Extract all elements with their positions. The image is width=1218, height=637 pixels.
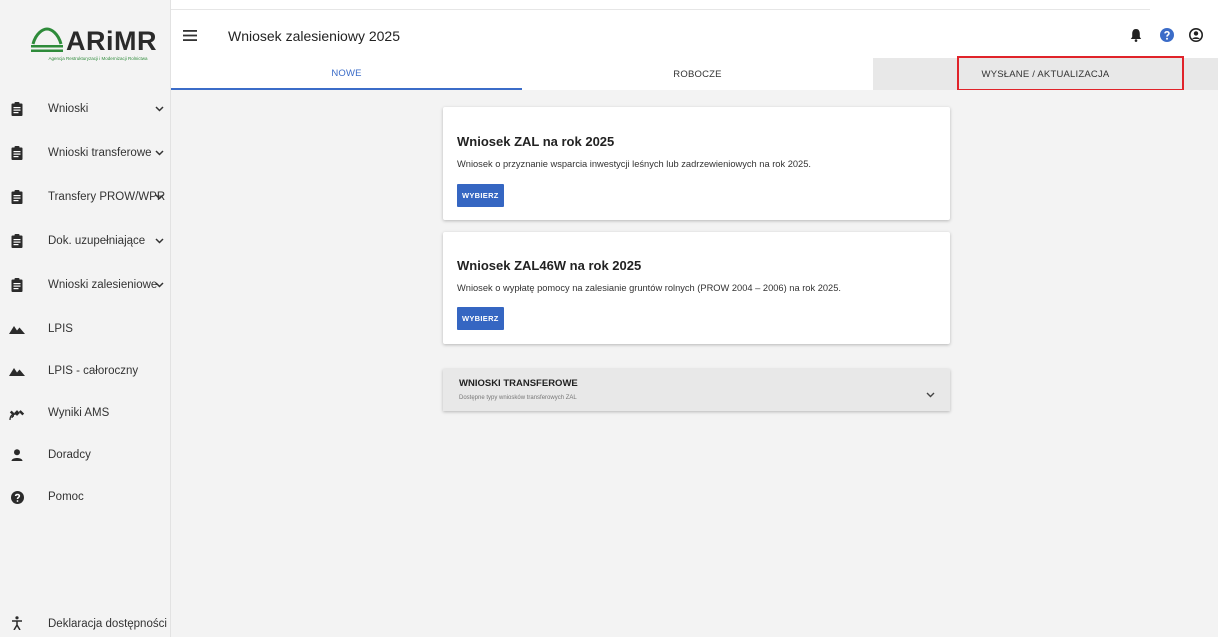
chevron-down-icon (926, 385, 936, 398)
sidebar-item-label: Pomoc (48, 491, 84, 503)
sidebar-item-lpis-caloroczny[interactable]: LPIS - całoroczny (0, 352, 171, 390)
sidebar-item-wyniki-ams[interactable]: Wyniki AMS (0, 394, 171, 432)
tab-nowe[interactable]: NOWE (171, 58, 522, 90)
chevron-down-icon (154, 148, 164, 158)
account-icon[interactable] (1189, 28, 1205, 44)
card-title: Wniosek ZAL46W na rok 2025 (457, 258, 642, 273)
accessibility-icon (11, 616, 23, 631)
sidebar-item-label: Deklaracja dostępności (48, 618, 167, 630)
sidebar-item-dok-uzupelniajace[interactable]: Dok. uzupełniające (0, 222, 171, 260)
logo-text: ARiMR (66, 26, 157, 56)
logo-mark-icon (31, 27, 63, 52)
sidebar-item-label: LPIS (48, 323, 73, 335)
sidebar-item-wnioski[interactable]: Wnioski (0, 90, 171, 128)
sidebar-item-label: Wnioski transferowe (48, 147, 152, 159)
application-card-zal46w: Wniosek ZAL46W na rok 2025 Wniosek o wyp… (443, 232, 950, 344)
sidebar-item-wnioski-transferowe[interactable]: Wnioski transferowe (0, 134, 171, 172)
sidebar-item-label: LPIS - całoroczny (48, 365, 139, 377)
page-title: Wniosek zalesieniowy 2025 (228, 28, 400, 44)
tab-robocze[interactable]: ROBOCZE (522, 58, 873, 90)
terrain-icon (8, 320, 26, 338)
sidebar-item-label: Transfery PROW/WPR (48, 191, 166, 203)
sidebar-item-label: Wyniki AMS (48, 407, 110, 419)
sidebar-item-transfery[interactable]: Transfery PROW/WPR (0, 178, 171, 216)
help-icon[interactable] (1160, 28, 1176, 44)
sidebar-item-label: Dok. uzupełniające (48, 235, 146, 247)
sidebar-item-label: Doradcy (48, 449, 91, 461)
help-icon (8, 488, 26, 506)
chevron-down-icon (154, 236, 164, 246)
person-icon (8, 446, 26, 464)
card-description: Wniosek o wypłatę pomocy na zalesianie g… (457, 283, 841, 293)
clipboard-icon (8, 144, 26, 162)
expander-subtitle: Dostępne typy wniosków transferowych ZAL (459, 395, 577, 401)
tab-wyslane-aktualizacja[interactable]: WYSŁANE / AKTUALIZACJA (873, 58, 1218, 90)
sidebar-item-label: Wnioski zalesieniowe (48, 279, 158, 291)
clipboard-icon (8, 276, 26, 294)
clipboard-icon (8, 100, 26, 118)
sidebar: ARiMR Agencja Restrukturyzacji i Moderni… (0, 0, 171, 637)
sidebar-item-lpis[interactable]: LPIS (0, 310, 171, 348)
logo[interactable]: ARiMR Agencja Restrukturyzacji i Moderni… (28, 24, 158, 64)
clipboard-icon (8, 188, 26, 206)
transfer-applications-expander[interactable]: WNIOSKI TRANSFEROWE Dostępne typy wniosk… (443, 369, 950, 411)
chevron-down-icon (154, 280, 164, 290)
satellite-icon (8, 404, 26, 422)
chevron-down-icon (154, 192, 164, 202)
application-card-zal: Wniosek ZAL na rok 2025 Wniosek o przyzn… (443, 107, 950, 220)
main-content: Wniosek ZAL na rok 2025 Wniosek o przyzn… (171, 90, 1218, 637)
app-header: Wniosek zalesieniowy 2025 (171, 14, 1218, 62)
sidebar-item-deklaracja-dostepnosci[interactable]: Deklaracja dostępności (0, 608, 171, 634)
tab-bar: NOWE ROBOCZE WYSŁANE / AKTUALIZACJA (171, 58, 1218, 90)
expander-title: WNIOSKI TRANSFEROWE (459, 378, 578, 389)
terrain-icon (8, 362, 26, 380)
logo-subtitle: Agencja Restrukturyzacji i Modernizacji … (48, 56, 148, 61)
select-button[interactable]: WYBIERZ (457, 307, 504, 330)
select-button[interactable]: WYBIERZ (457, 184, 504, 207)
clipboard-icon (8, 232, 26, 250)
menu-icon[interactable] (183, 28, 199, 42)
sidebar-item-doradcy[interactable]: Doradcy (0, 436, 171, 474)
top-divider (100, 9, 1150, 10)
card-description: Wniosek o przyznanie wsparcia inwestycji… (457, 159, 811, 169)
bell-icon[interactable] (1130, 28, 1146, 44)
card-title: Wniosek ZAL na rok 2025 (457, 134, 615, 149)
sidebar-item-pomoc[interactable]: Pomoc (0, 478, 171, 516)
chevron-down-icon (154, 104, 164, 114)
sidebar-item-label: Wnioski (48, 103, 89, 115)
sidebar-item-wnioski-zalesieniowe[interactable]: Wnioski zalesieniowe (0, 266, 171, 304)
